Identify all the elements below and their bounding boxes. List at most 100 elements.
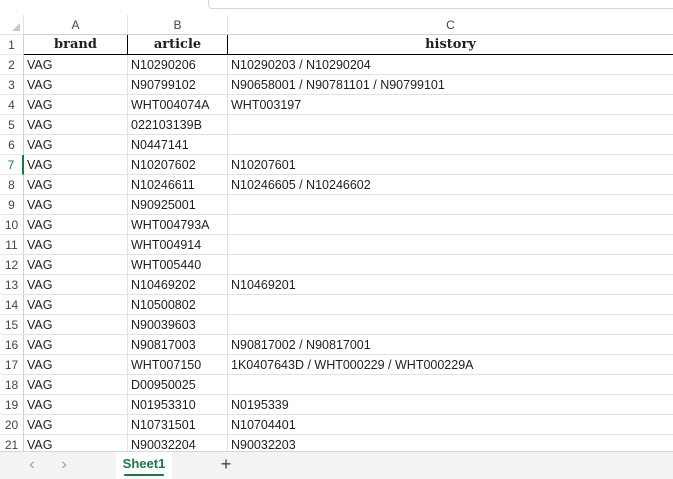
cell-article[interactable]: N90032204 xyxy=(128,435,228,451)
cell-brand[interactable]: VAG xyxy=(24,155,128,175)
cell-article[interactable]: N01953310 xyxy=(128,395,228,415)
cell-header-brand[interactable]: brand xyxy=(24,35,128,55)
cell-brand[interactable]: VAG xyxy=(24,295,128,315)
cell-history[interactable]: N10207601 xyxy=(228,155,673,175)
row-number[interactable]: 5 xyxy=(0,115,24,135)
cell-article[interactable]: WHT004793A xyxy=(128,215,228,235)
row-number[interactable]: 12 xyxy=(0,255,24,275)
cell-brand[interactable]: VAG xyxy=(24,135,128,155)
row-number[interactable]: 21 xyxy=(0,435,24,451)
cell-brand[interactable]: VAG xyxy=(24,115,128,135)
cell-brand[interactable]: VAG xyxy=(24,55,128,75)
row-number[interactable]: 3 xyxy=(0,75,24,95)
row-number[interactable]: 1 xyxy=(0,35,24,55)
cell-brand[interactable]: VAG xyxy=(24,335,128,355)
cell-article[interactable]: N90799102 xyxy=(128,75,228,95)
table-row: 2 VAG N10290206 N10290203 / N10290204 xyxy=(0,55,673,75)
column-header-b[interactable]: B xyxy=(128,15,228,35)
cell-history[interactable] xyxy=(228,235,673,255)
cell-article[interactable]: N10207602 xyxy=(128,155,228,175)
cell-history[interactable] xyxy=(228,135,673,155)
row-number[interactable]: 16 xyxy=(0,335,24,355)
cell-article[interactable]: N0447141 xyxy=(128,135,228,155)
row-number[interactable]: 7 xyxy=(0,155,24,175)
cell-brand[interactable]: VAG xyxy=(24,415,128,435)
cell-history[interactable]: WHT003197 xyxy=(228,95,673,115)
column-header-c[interactable]: C xyxy=(228,15,673,35)
cell-article[interactable]: D00950025 xyxy=(128,375,228,395)
row-number[interactable]: 14 xyxy=(0,295,24,315)
formula-bar[interactable] xyxy=(208,0,673,9)
cell-article[interactable]: WHT007150 xyxy=(128,355,228,375)
table-row: 4 VAG WHT004074A WHT003197 xyxy=(0,95,673,115)
cell-article[interactable]: N90039603 xyxy=(128,315,228,335)
cell-brand[interactable]: VAG xyxy=(24,235,128,255)
row-number[interactable]: 9 xyxy=(0,195,24,215)
add-sheet-button[interactable]: + xyxy=(216,454,236,475)
cell-article[interactable]: WHT004914 xyxy=(128,235,228,255)
cell-history[interactable] xyxy=(228,115,673,135)
cell-brand[interactable]: VAG xyxy=(24,95,128,115)
cell-article[interactable]: N10731501 xyxy=(128,415,228,435)
cell-history[interactable]: N10469201 xyxy=(228,275,673,295)
row-number[interactable]: 17 xyxy=(0,355,24,375)
cell-brand[interactable]: VAG xyxy=(24,175,128,195)
row-number[interactable]: 19 xyxy=(0,395,24,415)
cell-article[interactable]: N90817003 xyxy=(128,335,228,355)
cell-article[interactable]: N10290206 xyxy=(128,55,228,75)
cell-article[interactable]: N10469202 xyxy=(128,275,228,295)
row-number[interactable]: 15 xyxy=(0,315,24,335)
cell-brand[interactable]: VAG xyxy=(24,75,128,95)
row-number[interactable]: 4 xyxy=(0,95,24,115)
row-number[interactable]: 2 xyxy=(0,55,24,75)
cell-history[interactable]: N10704401 xyxy=(228,415,673,435)
cell-brand[interactable]: VAG xyxy=(24,435,128,451)
row-number[interactable]: 11 xyxy=(0,235,24,255)
spreadsheet-grid: A B C 1 brand article history 2 VAG N10290… xyxy=(0,15,673,451)
prev-sheet-button[interactable]: ‹ xyxy=(22,456,42,474)
chevron-left-icon: ‹ xyxy=(29,456,35,473)
cell-history[interactable] xyxy=(228,315,673,335)
cell-brand[interactable]: VAG xyxy=(24,315,128,335)
cell-article[interactable]: N10246611 xyxy=(128,175,228,195)
cell-history[interactable]: N90032203 xyxy=(228,435,673,451)
cell-history[interactable] xyxy=(228,195,673,215)
row-number[interactable]: 10 xyxy=(0,215,24,235)
cell-brand[interactable]: VAG xyxy=(24,215,128,235)
select-all-button[interactable] xyxy=(0,15,24,35)
next-sheet-button[interactable]: › xyxy=(54,456,74,474)
cell-brand[interactable]: VAG xyxy=(24,275,128,295)
row-number[interactable]: 8 xyxy=(0,175,24,195)
cell-history[interactable]: N10290203 / N10290204 xyxy=(228,55,673,75)
cell-header-history[interactable]: history xyxy=(228,35,673,55)
cell-article[interactable]: N90925001 xyxy=(128,195,228,215)
cell-header-article[interactable]: article xyxy=(128,35,228,55)
cell-history[interactable]: N10246605 / N10246602 xyxy=(228,175,673,195)
cell-article[interactable]: N10500802 xyxy=(128,295,228,315)
cell-history[interactable] xyxy=(228,255,673,275)
row-number[interactable]: 18 xyxy=(0,375,24,395)
cell-article[interactable]: 022103139B xyxy=(128,115,228,135)
cell-article[interactable]: WHT005440 xyxy=(128,255,228,275)
cell-brand[interactable]: VAG xyxy=(24,355,128,375)
cell-history[interactable] xyxy=(228,295,673,315)
cell-history[interactable] xyxy=(228,375,673,395)
table-row: 16 VAG N90817003 N90817002 / N90817001 xyxy=(0,335,673,355)
tab-sheet1-label: Sheet1 xyxy=(122,456,166,471)
cell-history[interactable]: 1K0407643D / WHT000229 / WHT000229A xyxy=(228,355,673,375)
cell-history[interactable]: N90817002 / N90817001 xyxy=(228,335,673,355)
row-number[interactable]: 20 xyxy=(0,415,24,435)
column-header-a[interactable]: A xyxy=(24,15,128,35)
cell-brand[interactable]: VAG xyxy=(24,255,128,275)
cell-brand[interactable]: VAG xyxy=(24,375,128,395)
cell-brand[interactable]: VAG xyxy=(24,195,128,215)
cell-history[interactable]: N0195339 xyxy=(228,395,673,415)
row-number[interactable]: 6 xyxy=(0,135,24,155)
tab-sheet1[interactable]: Sheet1 xyxy=(116,452,172,479)
cell-article[interactable]: WHT004074A xyxy=(128,95,228,115)
cell-brand[interactable]: VAG xyxy=(24,395,128,415)
table-row: 14 VAG N10500802 xyxy=(0,295,673,315)
cell-history[interactable] xyxy=(228,215,673,235)
row-number[interactable]: 13 xyxy=(0,275,24,295)
cell-history[interactable]: N90658001 / N90781101 / N90799101 xyxy=(228,75,673,95)
